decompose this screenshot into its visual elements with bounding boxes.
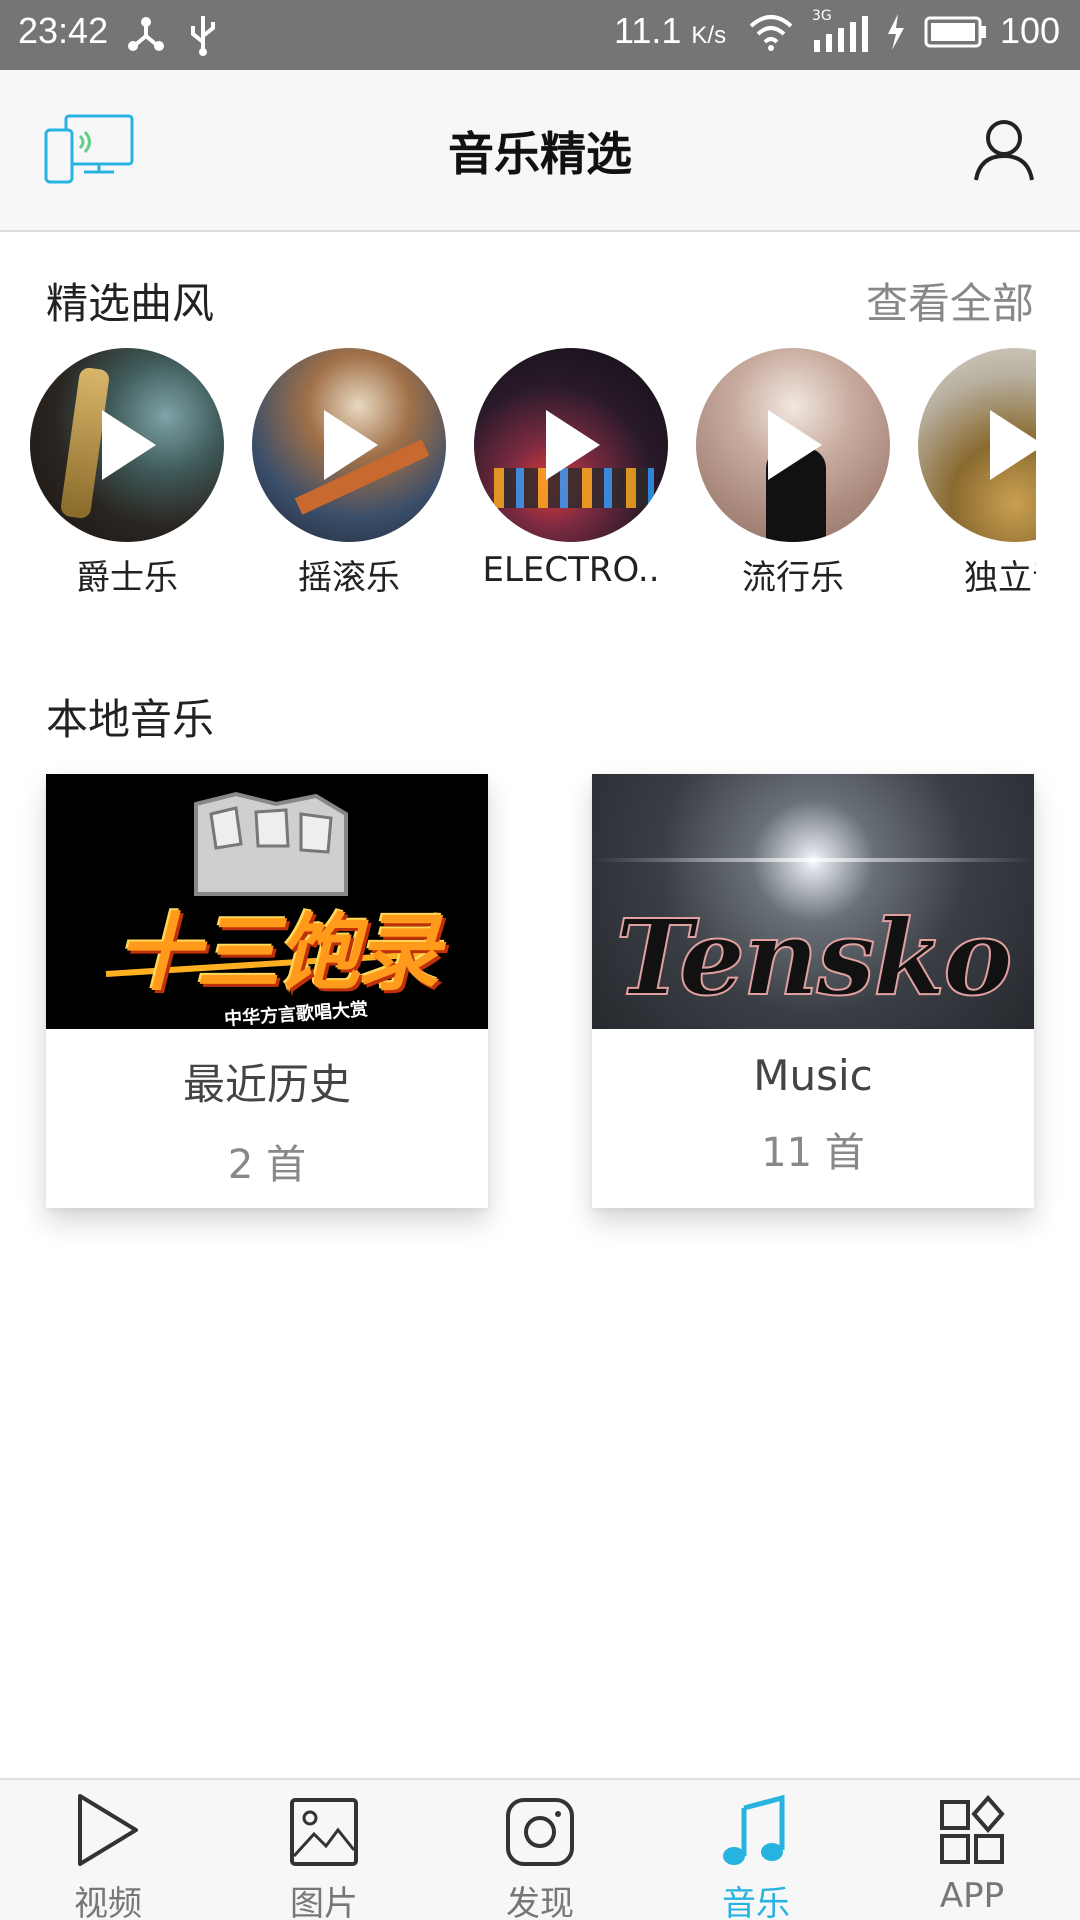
genre-item-rock[interactable]: 摇滚乐	[252, 348, 446, 598]
cover-title: 十三饱录	[115, 903, 440, 1002]
nav-tab-pictures[interactable]: 图片	[216, 1780, 432, 1920]
genre-label: ELECTRO..	[482, 550, 660, 590]
genre-item-jazz[interactable]: 爵士乐	[30, 348, 224, 598]
genre-label: 摇滚乐	[298, 558, 400, 598]
wifi-icon	[749, 15, 793, 51]
status-bar: 23:42 11.1 K/s 3G 100	[0, 0, 1080, 70]
page-title: 音乐精选	[448, 127, 632, 181]
play-icon	[768, 410, 822, 480]
genre-item-indie[interactable]: 独立音	[918, 348, 1036, 598]
playlist-cover: Tensko	[592, 774, 1034, 1029]
charging-icon	[888, 14, 904, 50]
playlist-card-music[interactable]: Tensko Music 11 首	[592, 774, 1034, 1208]
see-all-link[interactable]: 查看全部	[866, 270, 1034, 331]
playlist-name: Music	[753, 1051, 873, 1100]
genre-item-electro[interactable]: ELECTRO..	[474, 348, 668, 590]
genre-item-pop[interactable]: 流行乐	[696, 348, 890, 598]
genre-label: 爵士乐	[76, 558, 178, 598]
play-icon	[102, 410, 156, 480]
nav-label: 图片	[290, 1884, 358, 1920]
share-icon	[128, 17, 164, 51]
nav-label: APP	[939, 1876, 1005, 1916]
apps-icon	[940, 1794, 1005, 1864]
genre-label: 流行乐	[742, 558, 844, 598]
signal-icon: 3G	[812, 8, 868, 52]
nav-label: 音乐	[722, 1884, 790, 1920]
genre-carousel[interactable]: 爵士乐 摇滚乐 ELECTRO.. 流行乐 独立音	[0, 348, 1036, 598]
genre-cover	[474, 348, 668, 542]
network-speed: 11.1 K/s	[614, 10, 727, 51]
discover-icon	[506, 1798, 574, 1866]
nav-label: 视频	[74, 1884, 142, 1920]
nav-tab-app[interactable]: APP	[864, 1780, 1080, 1920]
picture-icon	[290, 1798, 358, 1866]
playlist-count: 2 首	[227, 1142, 307, 1188]
cover-title: Tensko	[614, 895, 1013, 1020]
genre-label: 独立音	[964, 558, 1036, 598]
battery-level: 100	[1000, 10, 1061, 51]
play-icon	[990, 410, 1036, 480]
nav-tab-video[interactable]: 视频	[0, 1780, 216, 1920]
battery-icon	[924, 16, 986, 48]
play-icon	[324, 410, 378, 480]
status-time: 23:42	[18, 10, 109, 51]
app-header: 音乐精选	[0, 70, 1080, 232]
play-icon	[546, 410, 600, 480]
genre-cover	[252, 348, 446, 542]
playlist-name: 最近历史	[182, 1060, 351, 1109]
nav-tab-discover[interactable]: 发现	[432, 1780, 648, 1920]
genres-section-title: 精选曲风	[46, 279, 215, 328]
video-play-icon	[78, 1794, 138, 1866]
user-icon[interactable]	[972, 118, 1036, 182]
bottom-nav: 视频 图片 发现 音乐 APP	[0, 1778, 1080, 1920]
playlist-card-history[interactable]: 十三饱录 中华方言歌唱大赏 最近历史 2 首	[46, 774, 488, 1208]
genre-cover	[696, 348, 890, 542]
music-note-icon	[723, 1794, 785, 1865]
playlist-count: 11 首	[761, 1130, 865, 1176]
genre-cover	[918, 348, 1036, 542]
genre-cover	[30, 348, 224, 542]
local-section-title: 本地音乐	[46, 695, 215, 744]
usb-icon	[191, 16, 215, 56]
playlist-cover: 十三饱录 中华方言歌唱大赏	[46, 774, 488, 1029]
nav-label: 发现	[506, 1884, 574, 1920]
nav-tab-music[interactable]: 音乐	[648, 1780, 864, 1920]
